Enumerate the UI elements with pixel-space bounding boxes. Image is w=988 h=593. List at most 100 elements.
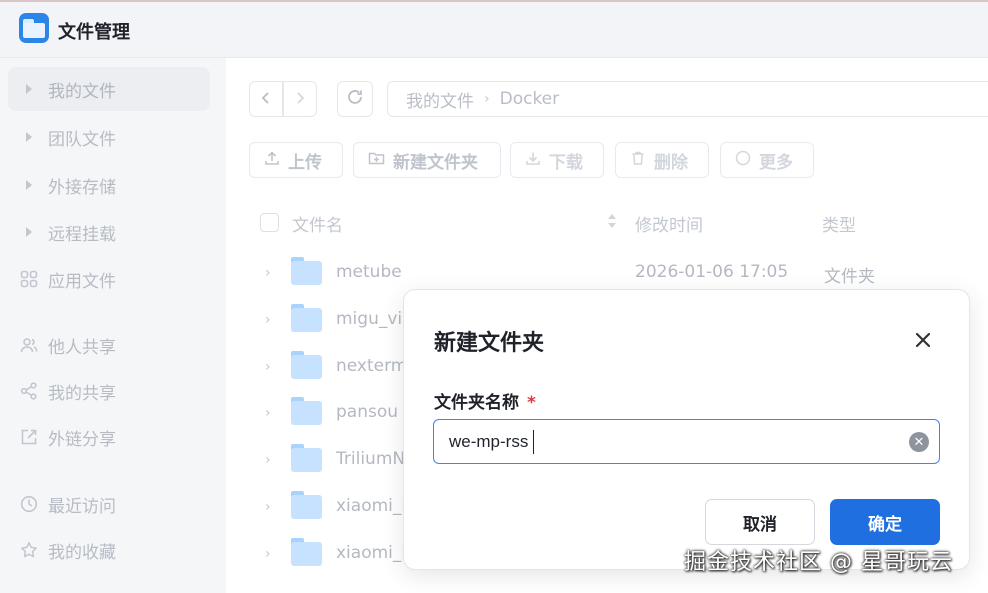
title-bar: 文件管理 [0, 0, 988, 58]
refresh-button[interactable] [337, 81, 373, 117]
external-link-icon [20, 428, 38, 446]
chevron-left-icon [260, 90, 272, 109]
folder-icon [291, 491, 322, 519]
column-modified[interactable]: 修改时间 [635, 211, 703, 236]
sidebar-item-recent[interactable]: 最近访问 [8, 482, 210, 526]
watermark: 掘金技术社区 @ 星哥玩云 [684, 550, 953, 575]
folder-icon [291, 351, 322, 379]
row-name: nexterm [336, 356, 408, 376]
folder-plus-icon [368, 150, 385, 171]
row-name: xiaomi_n [336, 543, 413, 563]
new-folder-dialog: 新建文件夹 文件夹名称 * we-mp-rss ✕ 取消 确定 [403, 289, 970, 570]
folder-name-label: 文件夹名称 * [434, 388, 536, 413]
trash-icon [630, 150, 646, 171]
sidebar: 我的文件 团队文件 外接存储 远程挂载 应用文件 他人共享 我的共享 外链分享 [0, 58, 226, 593]
refresh-icon [345, 87, 365, 111]
sidebar-item-label: 应用文件 [48, 271, 116, 292]
row-name: metube [336, 262, 402, 282]
sidebar-item-my-shares[interactable]: 我的共享 [8, 369, 210, 413]
row-name: pansou [336, 402, 399, 422]
expand-icon[interactable]: › [265, 546, 271, 562]
expand-icon[interactable]: › [265, 359, 271, 375]
row-type: 文件夹 [824, 267, 875, 287]
sidebar-item-external-storage[interactable]: 外接存储 [8, 163, 210, 207]
sidebar-item-label: 外接存储 [48, 177, 116, 198]
apps-grid-icon [20, 270, 38, 288]
folder-icon [291, 397, 322, 425]
close-icon[interactable] [907, 324, 939, 356]
clear-input-icon[interactable]: ✕ [909, 432, 929, 452]
delete-label: 删除 [654, 152, 688, 173]
clock-icon [20, 495, 38, 513]
cancel-button[interactable]: 取消 [705, 499, 815, 545]
sidebar-item-label: 团队文件 [48, 129, 116, 150]
row-name: migu_vid [336, 309, 413, 329]
folder-name-input[interactable]: we-mp-rss ✕ [433, 419, 940, 464]
row-modified: 2026-01-06 17:05 [635, 262, 789, 282]
folder-icon [291, 444, 322, 472]
caret-right-icon [26, 180, 32, 190]
caret-right-icon [26, 84, 32, 94]
folder-name-value: we-mp-rss [449, 432, 529, 451]
expand-icon[interactable]: › [265, 452, 271, 468]
expand-icon[interactable]: › [265, 405, 271, 421]
share-icon [20, 382, 38, 400]
sidebar-item-external-link[interactable]: 外链分享 [8, 415, 210, 459]
sidebar-item-label: 外链分享 [48, 429, 116, 450]
folder-icon [291, 538, 322, 566]
sidebar-item-label: 我的文件 [48, 81, 116, 102]
folder-app-icon [19, 13, 49, 43]
more-icon [735, 150, 751, 171]
new-folder-button[interactable]: 新建文件夹 [353, 142, 501, 178]
caret-right-icon [26, 132, 32, 142]
upload-button[interactable]: 上传 [249, 142, 343, 178]
text-cursor [533, 430, 534, 454]
window-top-edge [0, 0, 988, 2]
sidebar-item-team-files[interactable]: 团队文件 [8, 115, 210, 159]
upload-label: 上传 [288, 152, 322, 173]
delete-button[interactable]: 删除 [615, 142, 709, 178]
forward-button[interactable] [283, 81, 317, 117]
app-title: 文件管理 [58, 22, 130, 43]
sidebar-item-label: 我的共享 [48, 383, 116, 404]
expand-icon[interactable]: › [265, 312, 271, 328]
download-button[interactable]: 下载 [510, 142, 604, 178]
breadcrumb-root[interactable]: 我的文件 [406, 87, 474, 112]
caret-right-icon [26, 227, 32, 237]
confirm-button[interactable]: 确定 [830, 499, 940, 545]
sidebar-item-shared-with-me[interactable]: 他人共享 [8, 323, 210, 367]
upload-icon [264, 150, 280, 171]
dialog-title: 新建文件夹 [434, 331, 545, 356]
star-icon [20, 541, 38, 559]
sidebar-item-label: 远程挂载 [48, 224, 116, 245]
column-type[interactable]: 类型 [822, 211, 856, 236]
breadcrumb-separator-icon: › [484, 91, 490, 107]
select-all-checkbox[interactable] [260, 213, 279, 232]
expand-icon[interactable]: › [265, 499, 271, 515]
sidebar-item-app-files[interactable]: 应用文件 [8, 257, 210, 301]
breadcrumb-current[interactable]: Docker [500, 89, 560, 109]
sort-icon[interactable] [606, 211, 618, 236]
sidebar-item-label: 我的收藏 [48, 542, 116, 563]
download-label: 下载 [549, 152, 583, 173]
sidebar-item-favorites[interactable]: 我的收藏 [8, 528, 210, 572]
new-folder-label: 新建文件夹 [393, 152, 478, 173]
breadcrumb: 我的文件 › Docker [387, 81, 988, 117]
required-mark: * [527, 393, 536, 413]
folder-icon [291, 257, 322, 285]
more-button[interactable]: 更多 [720, 142, 814, 178]
more-label: 更多 [759, 152, 793, 173]
sidebar-item-label: 最近访问 [48, 496, 116, 517]
users-icon [20, 336, 38, 354]
sidebar-item-remote-mount[interactable]: 远程挂载 [8, 210, 210, 254]
chevron-right-icon [294, 90, 306, 109]
expand-icon[interactable]: › [265, 265, 271, 281]
table-header: 文件名 修改时间 类型 [249, 208, 988, 238]
row-name: xiaomi_n [336, 496, 413, 516]
folder-name-label-text: 文件夹名称 [434, 393, 519, 413]
back-button[interactable] [249, 81, 283, 117]
column-name[interactable]: 文件名 [292, 211, 343, 236]
sidebar-item-my-files[interactable]: 我的文件 [8, 67, 210, 111]
download-icon [525, 150, 541, 171]
sidebar-item-label: 他人共享 [48, 337, 116, 358]
